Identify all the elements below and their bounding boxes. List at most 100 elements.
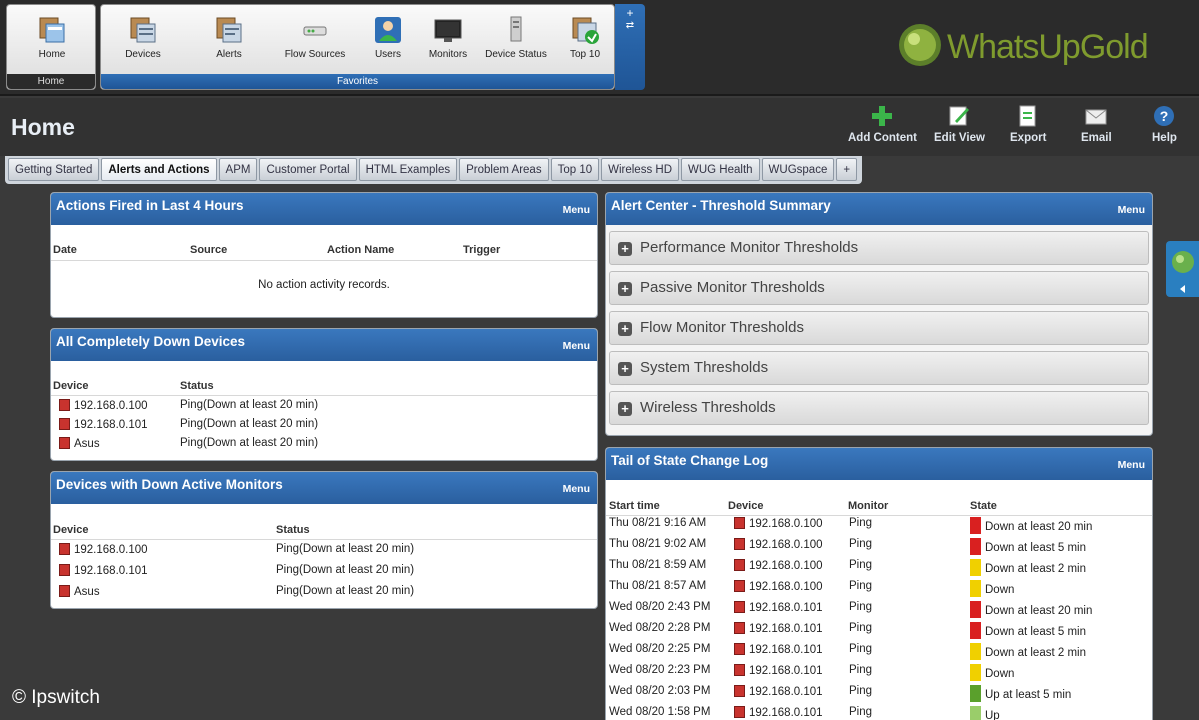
down-devices-panel: All Completely Down Devices Menu Device … xyxy=(50,328,598,461)
log-state-text: Down xyxy=(985,584,1015,596)
state-change-log-panel: Tail of State Change Log Menu Start time… xyxy=(605,447,1153,720)
col-device[interactable]: Device xyxy=(53,524,88,536)
col-action-name[interactable]: Action Name xyxy=(327,244,394,256)
device-status: Ping(Down at least 20 min) xyxy=(180,418,319,430)
table-row-device[interactable]: 192.168.0.101 xyxy=(59,418,148,431)
tab-getting-started[interactable]: Getting Started xyxy=(8,158,100,181)
threshold-flow-monitor[interactable]: + Flow Monitor Thresholds xyxy=(609,311,1149,345)
log-monitor-text: Ping xyxy=(849,664,873,676)
log-device[interactable]: 192.168.0.101 xyxy=(734,601,823,614)
log-device[interactable]: 192.168.0.100 xyxy=(734,559,823,572)
ribbon-alerts-button[interactable]: Alerts xyxy=(193,13,265,60)
threshold-wireless[interactable]: + Wireless Thresholds xyxy=(609,391,1149,425)
side-gadget-tab[interactable] xyxy=(1166,241,1199,297)
tab-problem-areas[interactable]: Problem Areas xyxy=(459,158,549,181)
log-start-time-text: Wed 08/20 2:23 PM xyxy=(609,664,711,676)
divider xyxy=(51,395,597,396)
col-trigger[interactable]: Trigger xyxy=(463,244,500,256)
log-start-time-text: Wed 08/20 2:03 PM xyxy=(609,685,711,697)
log-monitor-text: Ping xyxy=(849,538,873,550)
table-row-device[interactable]: Asus xyxy=(59,437,100,450)
col-start-time[interactable]: Start time xyxy=(609,500,660,512)
tab-wug-health[interactable]: WUG Health xyxy=(681,158,760,181)
tab-alerts-and-actions[interactable]: Alerts and Actions xyxy=(101,158,217,181)
col-state[interactable]: State xyxy=(970,500,997,512)
ribbon-swap-button[interactable]: ⇄ xyxy=(615,20,645,31)
alerts-icon xyxy=(216,17,242,43)
expand-icon: + xyxy=(618,362,632,376)
flow-sources-icon xyxy=(303,26,327,36)
log-device[interactable]: 192.168.0.100 xyxy=(734,538,823,551)
help-button[interactable]: ? Help xyxy=(1152,104,1177,144)
ribbon-monitors-button[interactable]: Monitors xyxy=(412,13,484,60)
col-device[interactable]: Device xyxy=(728,500,763,512)
log-device[interactable]: 192.168.0.101 xyxy=(734,664,823,677)
divider xyxy=(51,260,597,261)
add-content-button[interactable]: Add Content xyxy=(848,104,917,144)
log-monitor-text: Ping xyxy=(849,685,873,697)
log-device[interactable]: 192.168.0.101 xyxy=(734,685,823,698)
expand-icon: + xyxy=(618,242,632,256)
ribbon-home-button[interactable]: Home xyxy=(16,13,88,60)
export-button[interactable]: Export xyxy=(1010,104,1046,144)
device-name: 192.168.0.100 xyxy=(74,400,148,412)
ribbon-devices-button[interactable]: Devices xyxy=(107,13,179,60)
threshold-passive-monitor[interactable]: + Passive Monitor Thresholds xyxy=(609,271,1149,305)
table-row-device[interactable]: 192.168.0.100 xyxy=(59,543,148,556)
table-row-device[interactable]: 192.168.0.100 xyxy=(59,399,148,412)
down-monitors-title: Devices with Down Active Monitors xyxy=(56,477,283,492)
log-device[interactable]: 192.168.0.101 xyxy=(734,643,823,656)
device-status: Ping(Down at least 20 min) xyxy=(180,437,319,449)
col-status[interactable]: Status xyxy=(276,524,310,536)
log-start-time-text: Wed 08/20 2:43 PM xyxy=(609,601,711,613)
email-icon xyxy=(1085,109,1107,125)
log-monitor-text: Ping xyxy=(849,706,873,718)
state-change-log-header: Tail of State Change Log Menu xyxy=(606,448,1152,480)
down-monitors-menu-button[interactable]: Menu xyxy=(563,483,590,495)
ribbon-toolbar: Home Home Devices Alerts Flow Sources Us… xyxy=(0,0,1199,96)
log-state: Up at least 5 min xyxy=(970,685,1071,702)
ribbon-flow-sources-button[interactable]: Flow Sources xyxy=(279,13,351,60)
ribbon-device-status-button[interactable]: Device Status xyxy=(479,13,553,60)
log-device[interactable]: 192.168.0.101 xyxy=(734,706,823,719)
divider xyxy=(606,515,1152,516)
ribbon-add-favorite-button[interactable]: + xyxy=(615,6,645,20)
edit-view-icon xyxy=(949,106,970,126)
ribbon-top10-button[interactable]: Top 10 xyxy=(549,13,621,60)
tab-top-10[interactable]: Top 10 xyxy=(550,158,600,181)
expand-icon: + xyxy=(618,282,632,296)
col-status[interactable]: Status xyxy=(180,380,214,392)
table-row-device[interactable]: Asus xyxy=(59,585,100,598)
add-tab-button[interactable]: + xyxy=(836,158,858,181)
state-change-log-menu-button[interactable]: Menu xyxy=(1118,459,1145,471)
col-device[interactable]: Device xyxy=(53,380,88,392)
log-device[interactable]: 192.168.0.101 xyxy=(734,622,823,635)
top10-icon xyxy=(572,17,599,44)
device-down-icon xyxy=(734,664,745,676)
email-button[interactable]: Email xyxy=(1081,104,1112,144)
tab-customer-portal[interactable]: Customer Portal xyxy=(259,158,357,181)
log-state: Down at least 2 min xyxy=(970,559,1086,576)
tab-wugspace[interactable]: WUGspace xyxy=(761,158,835,181)
col-monitor[interactable]: Monitor xyxy=(848,500,888,512)
threshold-summary-menu-button[interactable]: Menu xyxy=(1118,204,1145,216)
copyright-text: © Ipswitch xyxy=(12,687,100,708)
log-device[interactable]: 192.168.0.100 xyxy=(734,517,823,530)
tab-html-examples[interactable]: HTML Examples xyxy=(358,158,458,181)
state-color-indicator xyxy=(970,622,981,639)
edit-view-button[interactable]: Edit View xyxy=(934,104,985,144)
down-monitors-panel: Devices with Down Active Monitors Menu D… xyxy=(50,471,598,609)
down-devices-menu-button[interactable]: Menu xyxy=(563,340,590,352)
tab-apm[interactable]: APM xyxy=(218,158,258,181)
tab-wireless-hd[interactable]: Wireless HD xyxy=(601,158,679,181)
actions-fired-menu-button[interactable]: Menu xyxy=(563,204,590,216)
threshold-performance-monitor[interactable]: + Performance Monitor Thresholds xyxy=(609,231,1149,265)
table-row-device[interactable]: 192.168.0.101 xyxy=(59,564,148,577)
log-device[interactable]: 192.168.0.100 xyxy=(734,580,823,593)
ribbon-users-label: Users xyxy=(374,49,402,60)
device-down-icon xyxy=(734,622,745,634)
col-date[interactable]: Date xyxy=(53,244,77,256)
col-source[interactable]: Source xyxy=(190,244,227,256)
threshold-system[interactable]: + System Thresholds xyxy=(609,351,1149,385)
log-start-time-text: Thu 08/21 8:57 AM xyxy=(609,580,707,592)
